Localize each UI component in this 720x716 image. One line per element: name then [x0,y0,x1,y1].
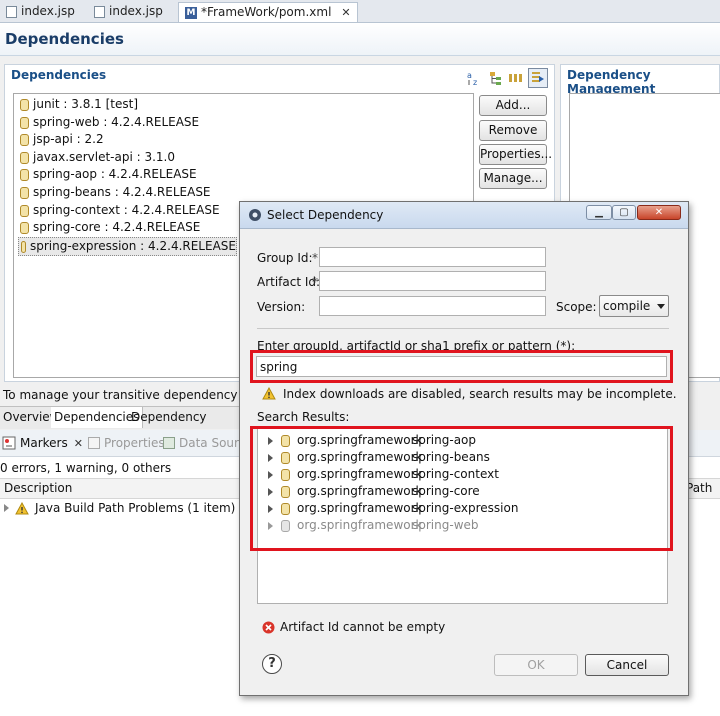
list-item[interactable]: spring-core : 4.2.4.RELEASE [20,219,200,236]
svg-text:a: a [467,71,472,80]
warning-icon [262,387,276,400]
jar-icon [20,186,29,199]
tab-index-jsp-2[interactable]: index.jsp [94,2,163,21]
ok-button[interactable]: OK [494,654,578,676]
list-item[interactable]: spring-context : 4.2.4.RELEASE [20,202,220,219]
help-icon[interactable]: ? [262,654,282,674]
dialog-app-icon [249,209,261,221]
markers-row[interactable]: Java Build Path Problems (1 item) [4,501,235,515]
show-groupid-icon[interactable] [508,70,524,86]
minimize-icon[interactable]: ▁ [586,205,612,220]
tab-properties[interactable]: Properties [88,436,165,450]
jar-icon [20,133,29,146]
sort-az-icon[interactable]: a z [466,70,482,86]
list-item[interactable]: jsp-api : 2.2 [20,131,104,148]
manage-button[interactable]: Manage... [479,168,547,189]
column-path[interactable]: Path [686,481,712,495]
close-markers-icon[interactable]: ✕ [74,437,83,450]
group-id-input[interactable] [319,247,546,267]
jar-icon [20,221,29,234]
warning-icon [15,501,29,514]
list-item[interactable]: javax.servlet-api : 3.1.0 [20,149,175,166]
list-item[interactable]: spring-web : 4.2.4.RELEASE [20,114,199,131]
cancel-button[interactable]: Cancel [585,654,669,676]
tab-index-jsp-1[interactable]: index.jsp [6,2,75,21]
results-label: Search Results: [257,410,350,424]
error-icon [262,621,275,634]
group-id-required-icon: * [312,251,318,265]
version-label: Version: [257,300,306,314]
close-tab-icon[interactable]: ✕ [341,3,350,22]
list-item[interactable]: junit : 3.8.1 [test] [20,96,138,113]
tab-data-source[interactable]: Data Sourc [163,436,245,450]
jar-icon [20,98,29,111]
editor-page-tabs: Overview Dependencies Dependency Hierarc… [0,406,245,445]
version-input[interactable] [319,296,546,316]
maximize-icon[interactable]: ▢ [612,205,636,220]
artifact-id-required-icon: * [312,275,318,289]
dependency-management-title: Dependency Management [567,68,656,96]
artifact-id-label: Artifact Id: [257,275,321,289]
tab-dependency-hierarchy[interactable]: Dependency Hierarch [128,407,245,445]
dependencies-section-title: Dependencies [11,68,107,82]
editor-tab-bar: index.jsp index.jsp M *FrameWork/pom.xml… [0,0,720,23]
jsp-file-icon [94,5,105,18]
scope-select[interactable]: compile [599,295,669,317]
results-highlight-box [250,426,673,551]
page-title: Dependencies [5,30,124,48]
tab-pom-xml[interactable]: M *FrameWork/pom.xml ✕ [178,2,358,22]
jar-icon [20,168,29,181]
properties-icon [88,437,100,449]
jar-icon [20,204,29,217]
filter-icon[interactable] [528,68,548,88]
list-item[interactable]: spring-aop : 4.2.4.RELEASE [20,166,197,183]
index-warning: Index downloads are disabled, search res… [283,387,677,401]
hierarchy-icon[interactable] [488,70,504,86]
close-icon[interactable]: ✕ [637,205,681,220]
remove-button[interactable]: Remove [479,120,547,141]
separator [257,328,669,329]
tab-markers[interactable]: Markers ✕ [2,436,83,450]
markers-icon [2,436,16,450]
data-source-icon [163,437,175,449]
maven-pom-icon: M [185,6,197,19]
jar-icon [20,116,29,129]
dialog-title: Select Dependency [267,208,384,222]
list-item-selected[interactable]: spring-expression : 4.2.4.RELEASE [18,237,237,256]
jar-icon [21,240,26,253]
properties-button[interactable]: Properties... [479,144,552,165]
column-description[interactable]: Description [4,481,72,495]
list-item[interactable]: spring-beans : 4.2.4.RELEASE [20,184,211,201]
markers-summary: 0 errors, 1 warning, 0 others [0,461,172,475]
artifact-id-input[interactable] [319,271,546,291]
chevron-down-icon [657,304,665,309]
error-message: Artifact Id cannot be empty [280,620,446,634]
scope-label: Scope: [556,300,597,314]
dialog-title-bar[interactable]: Select Dependency ▁ ▢ ✕ [240,202,688,229]
expand-icon[interactable] [4,504,9,512]
jar-icon [20,151,29,164]
jsp-file-icon [6,5,17,18]
svg-text:z: z [473,78,477,86]
search-input[interactable]: spring [256,356,667,377]
select-dependency-dialog: Select Dependency ▁ ▢ ✕ Group Id: * Arti… [239,201,689,696]
add-button[interactable]: Add... [479,95,547,116]
group-id-label: Group Id: [257,251,313,265]
